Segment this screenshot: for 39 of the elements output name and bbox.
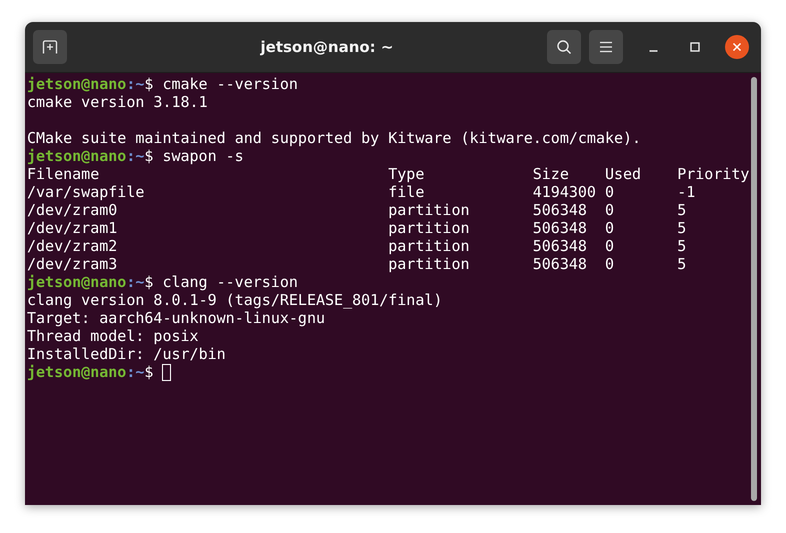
- output-line: Thread model: posix: [27, 327, 199, 345]
- prompt-user: jetson@nano: [27, 147, 126, 165]
- new-tab-button[interactable]: [33, 30, 67, 64]
- maximize-icon: [690, 42, 700, 52]
- prompt-user: jetson@nano: [27, 75, 126, 93]
- close-button[interactable]: [725, 35, 749, 59]
- prompt-user: jetson@nano: [27, 363, 126, 381]
- prompt-path: :~: [126, 273, 144, 291]
- prompt-path: :~: [126, 75, 144, 93]
- close-icon: [732, 42, 742, 52]
- output-line: Target: aarch64-unknown-linux-gnu: [27, 309, 326, 327]
- prompt-symbol: $: [144, 273, 154, 291]
- prompt-user: jetson@nano: [27, 273, 126, 291]
- prompt-symbol: $: [144, 147, 154, 165]
- command-text: clang --version: [162, 273, 298, 291]
- menu-icon: [599, 41, 613, 53]
- menu-button[interactable]: [589, 30, 623, 64]
- command-text: cmake --version: [162, 75, 298, 93]
- search-button[interactable]: [547, 30, 581, 64]
- prompt-symbol: $: [144, 363, 154, 381]
- prompt-path: :~: [126, 363, 144, 381]
- output-line: cmake version 3.18.1: [27, 93, 208, 111]
- minimize-icon: [648, 50, 658, 52]
- output-line: clang version 8.0.1-9 (tags/RELEASE_801/final): [27, 291, 442, 309]
- search-icon: [556, 39, 572, 55]
- output-line: Filename Type Size Used Priority: [27, 165, 750, 183]
- output-line: /dev/zram3 partition 506348 0 5: [27, 255, 686, 273]
- prompt-symbol: $: [144, 75, 154, 93]
- output-line: /dev/zram1 partition 506348 0 5: [27, 219, 686, 237]
- command-text: swapon -s: [162, 147, 244, 165]
- output-line: /dev/zram2 partition 506348 0 5: [27, 237, 686, 255]
- output-line: /var/swapfile file 4194300 0 -1: [27, 183, 696, 201]
- new-tab-icon: [42, 39, 58, 55]
- output-line: /dev/zram0 partition 506348 0 5: [27, 201, 686, 219]
- output-line: InstalledDir: /usr/bin: [27, 345, 226, 363]
- scrollbar[interactable]: [751, 77, 757, 501]
- window-title: jetson@nano: ~: [259, 38, 394, 56]
- output-line: CMake suite maintained and supported by Kitware (kitware.com/cmake).: [27, 129, 642, 147]
- prompt-path: :~: [126, 147, 144, 165]
